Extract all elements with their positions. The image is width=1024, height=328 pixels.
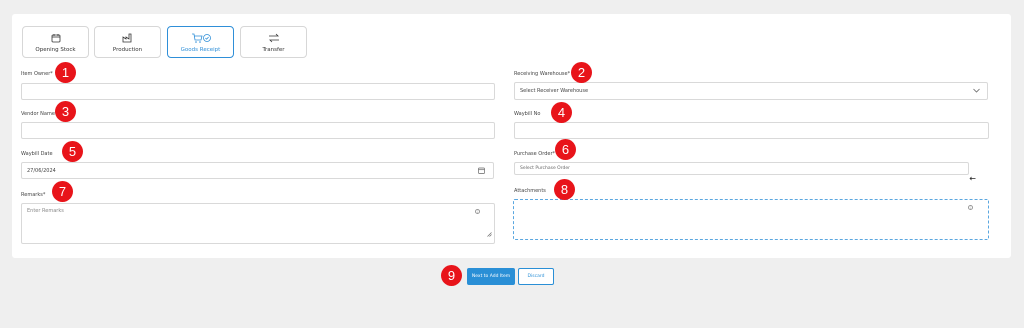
- resize-handle-icon[interactable]: [487, 222, 492, 241]
- info-icon: i: [475, 209, 480, 215]
- receiving-warehouse-select[interactable]: Select Receiver Warehouse: [514, 82, 988, 100]
- cart-check-icon: [191, 32, 211, 44]
- tab-label: Production: [112, 46, 143, 53]
- arrow-left-icon[interactable]: [969, 166, 976, 185]
- waybill-no-label: Waybill No: [514, 111, 541, 117]
- marker-1: 1: [55, 62, 76, 83]
- marker-4: 4: [551, 102, 572, 123]
- purchase-order-label: Purchase Order*: [514, 151, 556, 157]
- tab-transfer[interactable]: Transfer: [240, 26, 307, 58]
- tab-goods-receipt[interactable]: Goods Receipt: [167, 26, 234, 58]
- tab-label: Transfer: [262, 46, 285, 53]
- discard-button[interactable]: Discard: [518, 268, 554, 285]
- remarks-placeholder: Enter Remarks: [27, 208, 64, 214]
- calendar-icon[interactable]: [478, 167, 485, 176]
- marker-8: 8: [554, 179, 575, 200]
- purchase-order-select[interactable]: Select Purchase Order: [514, 162, 969, 175]
- tab-opening-stock[interactable]: Opening Stock: [22, 26, 89, 58]
- marker-6: 6: [555, 139, 576, 160]
- marker-2: 2: [571, 62, 592, 83]
- receiving-warehouse-label: Receiving Warehouse*: [514, 71, 571, 77]
- attachments-dropzone[interactable]: i: [513, 199, 989, 240]
- tab-production[interactable]: Production: [94, 26, 161, 58]
- marker-9: 9: [441, 265, 462, 286]
- item-owner-label: Item Owner*: [21, 71, 53, 77]
- factory-icon: [122, 32, 133, 44]
- marker-3: 3: [55, 101, 76, 122]
- marker-5: 5: [62, 141, 83, 162]
- waybill-no-field[interactable]: [514, 122, 989, 139]
- tab-label: Goods Receipt: [180, 46, 221, 53]
- next-to-add-item-button[interactable]: Next to Add Item: [467, 268, 515, 285]
- chevron-down-icon: [973, 88, 980, 95]
- calendar-icon: [51, 32, 61, 44]
- waybill-date-value: 27/06/2024: [27, 167, 56, 174]
- waybill-date-field[interactable]: 27/06/2024: [21, 162, 494, 179]
- vendor-name-label: Vendor Name*: [21, 111, 58, 117]
- vendor-name-field[interactable]: [21, 122, 495, 139]
- transfer-arrows-icon: [268, 32, 280, 44]
- attachments-label: Attachments: [514, 188, 546, 194]
- info-icon: i: [968, 205, 973, 211]
- tab-label: Opening Stock: [35, 46, 76, 53]
- receiving-warehouse-value: Select Receiver Warehouse: [520, 88, 589, 94]
- form-card: Opening Stock Production Goods Receipt T…: [12, 14, 1011, 258]
- item-owner-field[interactable]: [21, 83, 495, 100]
- waybill-date-label: Waybill Date: [21, 151, 53, 157]
- remarks-label: Remarks*: [21, 192, 46, 198]
- remarks-textarea[interactable]: Enter Remarks i: [21, 203, 495, 244]
- marker-7: 7: [52, 181, 73, 202]
